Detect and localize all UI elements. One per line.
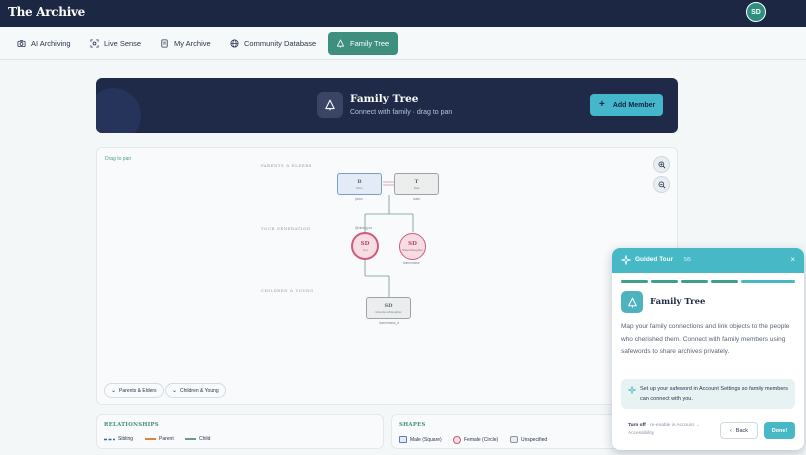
dashed-line-icon <box>104 438 115 440</box>
node-role: You <box>362 247 368 252</box>
chevron-down-icon: ⌄ <box>172 388 178 394</box>
family-node-you[interactable]: SD You <box>351 232 379 260</box>
node-initial: SD <box>384 302 393 309</box>
chevron-left-icon: ‹ <box>729 427 732 434</box>
node-initial: SD <box>360 240 370 247</box>
tree-icon <box>317 92 343 118</box>
legend-sibling: Sibling <box>104 436 133 442</box>
done-button[interactable]: Done! <box>764 422 795 439</box>
page-subtitle: Connect with family · drag to pan <box>350 109 453 116</box>
tree-icon <box>336 39 345 48</box>
legend-label: Female (Circle) <box>464 437 499 443</box>
legend-male: Male (Square) <box>399 436 442 443</box>
family-node-grandson[interactable]: SD Grandson/Daughter <box>366 297 411 319</box>
relationships-legend: RELATIONSHIPS Sibling Parent Child <box>96 414 384 449</box>
nav-label: Community Database <box>244 38 317 48</box>
node-initial: SD <box>408 241 417 247</box>
legend-title: SHAPES <box>399 422 426 428</box>
family-tree-header: Family Tree Connect with family · drag t… <box>96 78 678 133</box>
tip-text: Set up your safeword in Account Settings… <box>640 386 788 402</box>
family-node-sister[interactable]: SD Sister/Daughter <box>399 233 426 260</box>
node-caption: dummmsss_d <box>379 321 399 325</box>
add-member-button[interactable]: + Add Member <box>590 94 663 116</box>
filter-children-young[interactable]: ⌄ Children & Young <box>165 383 226 398</box>
nav-live-sense[interactable]: Live Sense <box>82 32 149 54</box>
nav-community-database[interactable]: Community Database <box>222 32 324 54</box>
nav-label: AI Archiving <box>31 38 71 48</box>
tour-heading: Family Tree <box>650 297 706 307</box>
main-nav: AI Archiving Live Sense My Archive Commu… <box>0 27 806 60</box>
tour-step-counter: 5/5 <box>684 257 691 263</box>
legend-label: Child <box>199 436 211 442</box>
node-caption: dude <box>413 197 421 201</box>
guided-tour-popover: Guided Tour 5/5 × Family Tree Map your f… <box>612 248 804 450</box>
scan-icon <box>90 38 99 48</box>
turn-off-link[interactable]: Turn off <box>628 423 646 428</box>
progress-segment <box>741 280 795 283</box>
node-initial: B <box>357 178 362 185</box>
legend-female: Female (Circle) <box>453 436 498 444</box>
family-node-dad[interactable]: T Dad <box>394 173 439 195</box>
camera-icon <box>17 39 26 47</box>
line-swatch <box>185 438 196 440</box>
chevron-down-icon: ⌄ <box>111 388 117 394</box>
node-role: Dad <box>413 185 420 190</box>
legend-label: Parent <box>159 436 174 442</box>
tree-connectors <box>364 181 414 297</box>
sparkle-icon <box>628 386 636 394</box>
progress-segment <box>681 280 708 283</box>
back-label: Back <box>735 427 749 434</box>
brand-logo[interactable]: The Archive <box>8 5 85 19</box>
progress-segment <box>651 280 678 283</box>
nav-label: Family Tree <box>350 39 390 48</box>
node-role: Mom <box>356 185 363 190</box>
top-bar: The Archive SD <box>0 0 806 27</box>
close-icon[interactable]: × <box>790 256 795 264</box>
tree-icon <box>621 291 643 313</box>
filter-label: Parents & Elders <box>119 387 157 394</box>
legend-unspecified: Unspecified <box>510 436 547 443</box>
page-title: Family Tree <box>350 93 419 105</box>
family-node-mom[interactable]: B Mom <box>337 173 382 195</box>
legend-parent: Parent <box>145 436 174 442</box>
legend-title: RELATIONSHIPS <box>104 422 159 428</box>
node-caption: @vindog.sa <box>355 226 372 230</box>
progress-segment <box>621 280 648 283</box>
tree-canvas[interactable]: Drag to pan PARENTS & ELDERS YOUR GENERA… <box>96 147 678 405</box>
tour-tip: Set up your safeword in Account Settings… <box>621 379 795 409</box>
nav-ai-archiving[interactable]: AI Archiving <box>9 32 79 54</box>
nav-label: My Archive <box>174 38 211 48</box>
filter-parents-elders[interactable]: ⌄ Parents & Elders <box>104 383 164 398</box>
node-caption: pious <box>355 197 363 201</box>
turn-off-tour[interactable]: Turn off · re-enable in Account → Access… <box>628 422 718 438</box>
plus-icon: + <box>599 99 605 110</box>
line-swatch <box>145 438 156 440</box>
decorative-circle <box>96 88 141 133</box>
sparkle-icon <box>621 255 631 265</box>
node-role: Sister/Daughter <box>402 248 423 252</box>
filter-label: Children & Young <box>180 387 219 394</box>
tour-title: Guided Tour <box>635 256 674 263</box>
rounded-square-icon <box>510 436 518 443</box>
legend-label: Male (Square) <box>410 436 442 443</box>
globe-icon <box>230 38 239 48</box>
square-icon <box>399 436 407 443</box>
node-initial: T <box>414 178 419 185</box>
node-caption: dummmsss <box>403 261 420 265</box>
book-icon <box>161 38 168 48</box>
node-role: Grandson/Daughter <box>375 309 402 314</box>
nav-label: Live Sense <box>104 38 142 48</box>
tour-body-text: Map your family connections and link obj… <box>621 323 790 355</box>
circle-icon <box>453 436 461 444</box>
legend-label: Unspecified <box>521 436 548 443</box>
add-member-label: Add Member <box>612 101 656 109</box>
nav-family-tree[interactable]: Family Tree <box>328 32 398 55</box>
user-avatar[interactable]: SD <box>746 2 766 22</box>
back-button[interactable]: ‹ Back <box>720 422 758 439</box>
progress-segment <box>711 280 738 283</box>
legend-child: Child <box>185 436 210 442</box>
tour-header: Guided Tour 5/5 × <box>612 248 804 273</box>
nav-my-archive[interactable]: My Archive <box>152 32 219 54</box>
legend-label: Sibling <box>118 436 134 442</box>
